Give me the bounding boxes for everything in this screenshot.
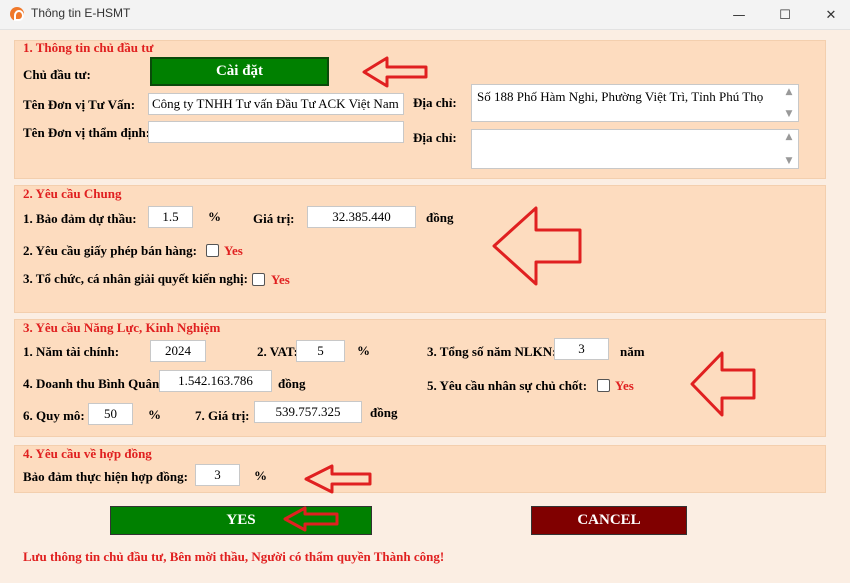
- consultant-input[interactable]: Công ty TNHH Tư vấn Đầu Tư ACK Việt Nam: [148, 93, 404, 115]
- scroll-up-icon[interactable]: ▲: [786, 132, 793, 142]
- scale-label: 6. Quy mô:: [23, 408, 85, 423]
- complaint-yes-label[interactable]: Yes: [271, 272, 290, 288]
- consultant-label: Tên Đơn vị Tư Vấn:: [23, 97, 136, 112]
- key-personnel-checkbox[interactable]: [597, 379, 610, 392]
- performance-label: Bảo đảm thực hiện hợp đồng:: [23, 469, 188, 484]
- annotation-arrow-setup: [362, 56, 428, 88]
- performance-input[interactable]: 3: [195, 464, 240, 486]
- vat-label: 2. VAT:: [257, 344, 298, 359]
- close-button[interactable]: ✕: [808, 0, 850, 30]
- value7-unit: đồng: [370, 405, 398, 420]
- scroll-up-icon[interactable]: ▲: [786, 87, 793, 97]
- sales-license-yes-label[interactable]: Yes: [224, 243, 243, 259]
- fiscal-year-input[interactable]: 2024: [150, 340, 206, 362]
- bid-value-label: Giá trị:: [253, 211, 295, 226]
- fiscal-year-label: 1. Năm tài chính:: [23, 344, 120, 359]
- section3-title: 3. Yêu cầu Năng Lực, Kinh Nghiệm: [23, 320, 221, 335]
- vat-input[interactable]: 5: [296, 340, 345, 362]
- appraiser-label: Tên Đơn vị thẩm định:: [23, 125, 151, 140]
- bid-security-input[interactable]: 1.5: [148, 206, 193, 228]
- annotation-arrow-contract: [304, 464, 372, 494]
- sales-license-checkbox[interactable]: [206, 244, 219, 257]
- annotation-arrow-capacity: [690, 351, 756, 417]
- scroll-down-icon[interactable]: ▼: [786, 109, 793, 119]
- complaint-checkbox[interactable]: [252, 273, 265, 286]
- value7-label: 7. Giá trị:: [195, 408, 250, 423]
- experience-unit: năm: [620, 344, 645, 359]
- value7-input[interactable]: 539.757.325: [254, 401, 362, 423]
- bid-security-label: 1. Bảo đảm dự thầu:: [23, 211, 137, 226]
- section1-title: 1. Thông tin chủ đầu tư: [23, 40, 154, 55]
- annotation-arrow-yes: [283, 506, 339, 532]
- window-title: Thông tin E-HSMT: [31, 6, 131, 20]
- setup-button[interactable]: Cài đặt: [150, 57, 329, 86]
- address-textarea-2[interactable]: ▲ ▼: [471, 129, 799, 169]
- cancel-button[interactable]: CANCEL: [531, 506, 687, 535]
- revenue-input[interactable]: 1.542.163.786: [159, 370, 272, 392]
- section4-title: 4. Yêu cầu về hợp đồng: [23, 446, 152, 461]
- minimize-button[interactable]: —: [716, 0, 762, 30]
- scroll-down-icon[interactable]: ▼: [786, 156, 793, 166]
- title-bar: Thông tin E-HSMT — ☐ ✕: [0, 0, 850, 30]
- experience-label: 3. Tổng số năm NLKN:: [427, 344, 557, 359]
- bid-value-currency: đồng: [426, 210, 454, 225]
- complaint-label: 3. Tổ chức, cá nhân giải quyết kiến nghị…: [23, 271, 248, 286]
- revenue-label: 4. Doanh thu Bình Quân:: [23, 376, 164, 391]
- vat-unit: %: [357, 343, 370, 358]
- maximize-button[interactable]: ☐: [762, 0, 808, 30]
- address-label-2: Địa chỉ:: [413, 130, 457, 145]
- bid-security-percent: %: [208, 209, 221, 224]
- address-textarea-1[interactable]: Số 188 Phố Hàm Nghi, Phường Việt Trì, Tỉ…: [471, 84, 799, 122]
- owner-label: Chủ đầu tư:: [23, 67, 91, 82]
- bid-value-input[interactable]: 32.385.440: [307, 206, 416, 228]
- performance-unit: %: [254, 468, 267, 483]
- key-personnel-yes-label[interactable]: Yes: [615, 378, 634, 394]
- annotation-arrow-general: [492, 206, 582, 286]
- revenue-unit: đồng: [278, 376, 306, 391]
- scale-unit: %: [148, 407, 161, 422]
- sales-license-label: 2. Yêu cầu giấy phép bán hàng:: [23, 243, 197, 258]
- scale-input[interactable]: 50: [88, 403, 133, 425]
- status-message: Lưu thông tin chủ đầu tư, Bên mời thầu, …: [23, 549, 445, 564]
- address-value-1: Số 188 Phố Hàm Nghi, Phường Việt Trì, Tỉ…: [477, 89, 764, 104]
- address-label-1: Địa chỉ:: [413, 95, 457, 110]
- appraiser-input[interactable]: [148, 121, 404, 143]
- app-logo-icon: [10, 7, 24, 21]
- address-scrollbar-2[interactable]: ▲ ▼: [782, 132, 796, 166]
- address-scrollbar-1[interactable]: ▲ ▼: [782, 87, 796, 119]
- experience-input[interactable]: 3: [554, 338, 609, 360]
- key-personnel-label: 5. Yêu cầu nhân sự chủ chốt:: [427, 378, 588, 393]
- section2-title: 2. Yêu cầu Chung: [23, 186, 122, 201]
